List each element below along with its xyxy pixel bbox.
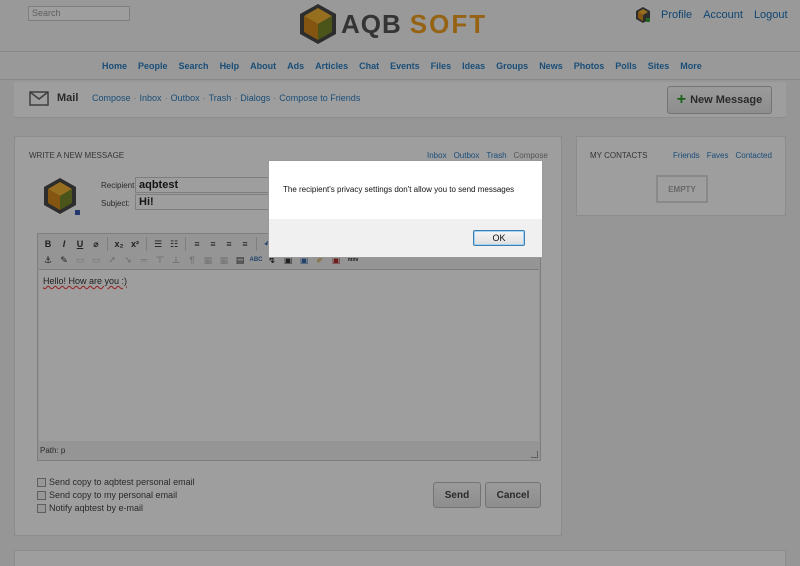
- alert-dialog: The recipient's privacy settings don't a…: [268, 160, 543, 258]
- dialog-message: The recipient's privacy settings don't a…: [283, 185, 515, 194]
- dialog-content: The recipient's privacy settings don't a…: [269, 161, 542, 219]
- ok-button[interactable]: OK: [473, 230, 525, 246]
- modal-overlay: [0, 0, 800, 566]
